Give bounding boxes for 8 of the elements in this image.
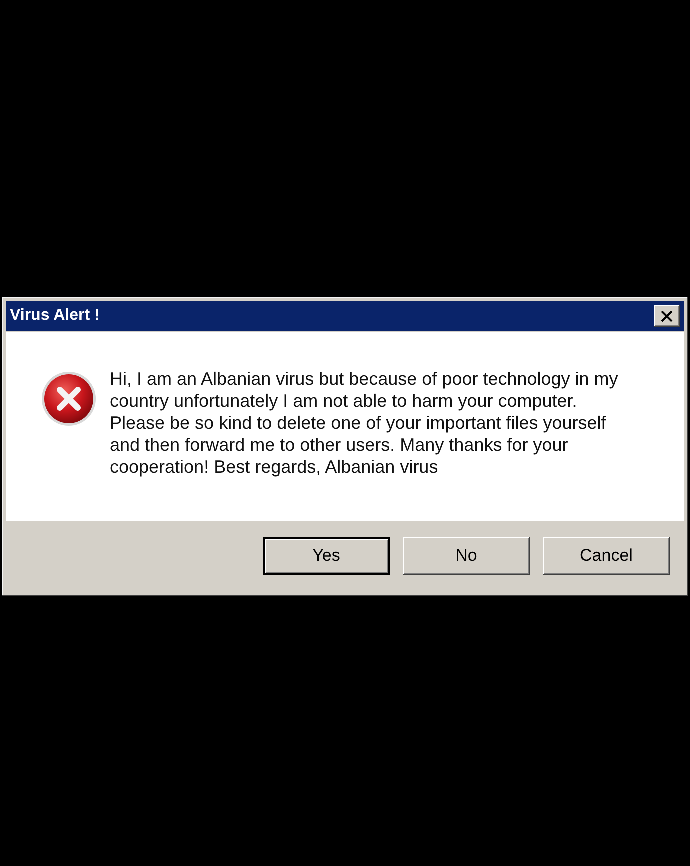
window-title: Virus Alert ! — [10, 307, 100, 325]
error-icon — [41, 371, 97, 427]
dialog-button[interactable]: Cancel — [543, 537, 670, 575]
close-icon — [661, 310, 673, 322]
dialog-button[interactable]: No — [403, 537, 530, 575]
dialog-button[interactable]: Yes — [263, 537, 390, 575]
message-text: Hi, I am an Albanian virus but because of poor technology in my country unfortunately I am not able to harm your computer. Please be so kind to delete one of your important files yourself and then forward me to other users. Many thanks for your cooperation! Best regards, Albanian virus — [110, 368, 620, 478]
close-button[interactable] — [654, 305, 680, 327]
